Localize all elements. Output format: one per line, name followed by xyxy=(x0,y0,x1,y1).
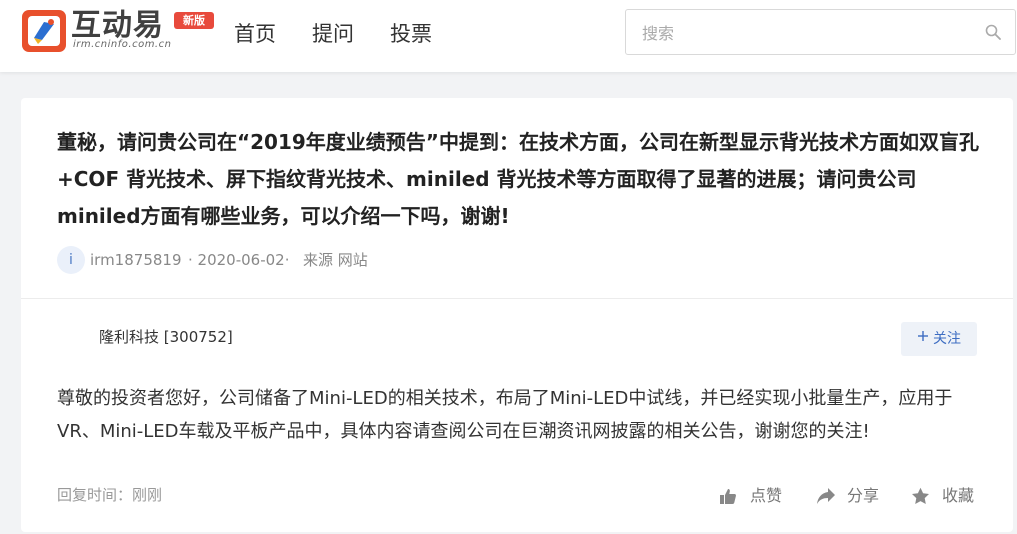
follow-label: 关注 xyxy=(933,331,961,347)
qa-card: 董秘，请问贵公司在“2019年度业绩预告”中提到：在技术方面，公司在新型显示背光… xyxy=(21,98,1013,532)
reply-time: 回复时间：刚刚 xyxy=(57,486,163,504)
nav-ask[interactable]: 提问 xyxy=(312,20,354,48)
collect-label: 收藏 xyxy=(942,486,975,505)
like-button[interactable]: 点赞 xyxy=(719,484,799,508)
asker-username[interactable]: irm1875819 xyxy=(90,246,182,274)
thumbs-up-icon xyxy=(719,487,737,512)
search-input[interactable] xyxy=(642,22,972,44)
new-version-badge: 新版 xyxy=(174,12,214,29)
nav-vote[interactable]: 投票 xyxy=(390,20,432,48)
question-meta: i irm1875819 · 2020-06-02· 来源 网站 xyxy=(57,246,557,274)
nav-home[interactable]: 首页 xyxy=(234,20,276,48)
follow-button[interactable]: 关注 xyxy=(901,322,977,356)
share-label: 分享 xyxy=(847,486,880,505)
divider xyxy=(21,298,1013,299)
question-source: 来源 网站 xyxy=(303,251,368,269)
top-header: 互动易 irm.cninfo.com.cn 新版 首页 提问 投票 xyxy=(0,0,1017,72)
search-box xyxy=(625,9,1016,55)
brand-subtitle: irm.cninfo.com.cn xyxy=(73,39,172,50)
collect-button[interactable]: 收藏 xyxy=(911,484,991,508)
search-icon[interactable] xyxy=(985,24,1001,44)
share-icon xyxy=(816,487,836,512)
question-text: 董秘，请问贵公司在“2019年度业绩预告”中提到：在技术方面，公司在新型显示背光… xyxy=(57,130,979,228)
plus-icon xyxy=(917,321,929,355)
company-name[interactable]: 隆利科技 [300752] xyxy=(99,326,233,348)
avatar[interactable]: i xyxy=(57,246,85,274)
star-icon xyxy=(911,487,930,512)
share-button[interactable]: 分享 xyxy=(816,484,896,508)
logo-icon[interactable] xyxy=(22,10,66,52)
answer-text: 尊敬的投资者您好，公司储备了Mini-LED的相关技术，布局了Mini-LED中… xyxy=(57,388,953,442)
question-date: · 2020-06-02· xyxy=(188,251,290,269)
like-label: 点赞 xyxy=(750,486,783,505)
